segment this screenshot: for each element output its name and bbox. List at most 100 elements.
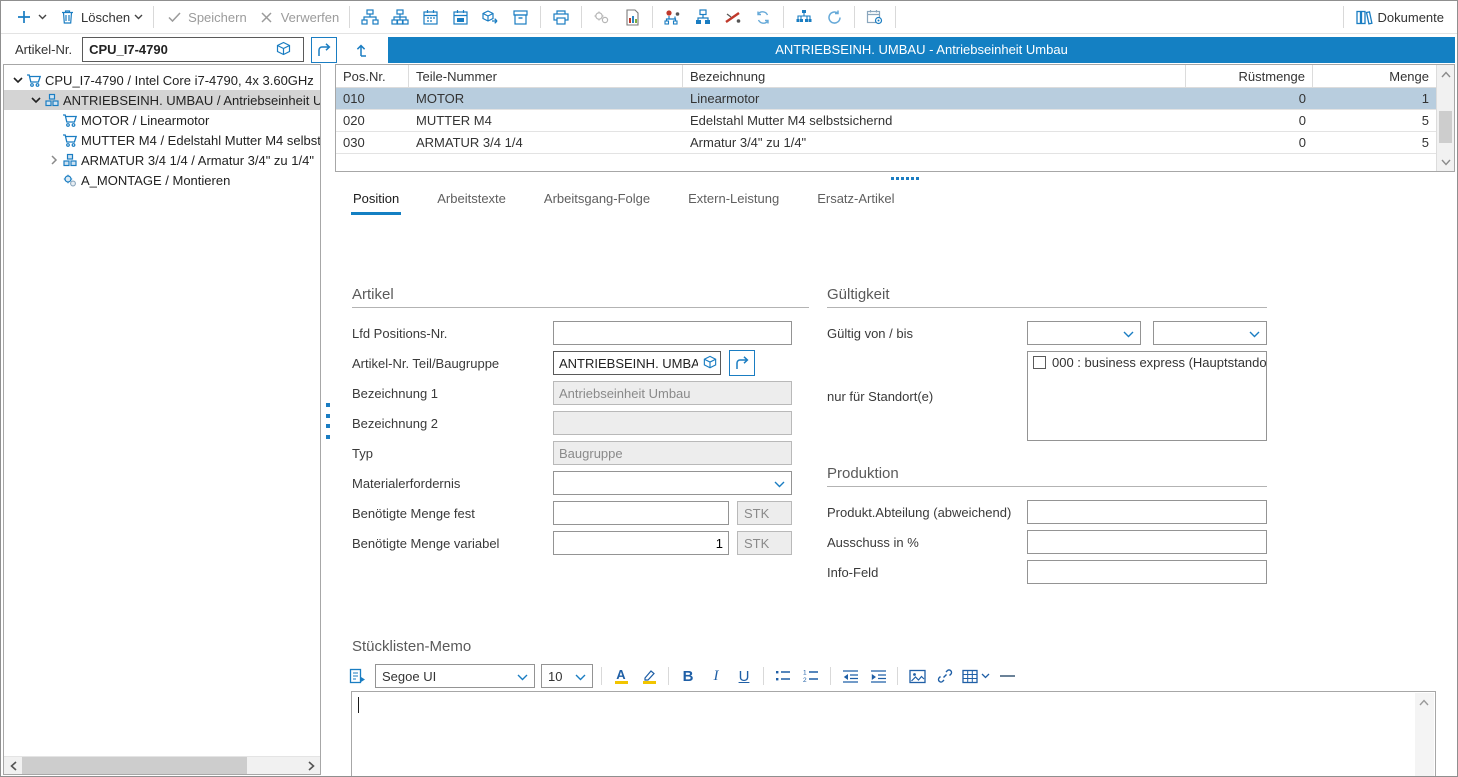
- scrollbar-thumb[interactable]: [1439, 111, 1452, 143]
- chevron-expanded-icon[interactable]: [28, 92, 44, 108]
- tree-item-root[interactable]: CPU_I7-4790 / Intel Core i7-4790, 4x 3.6…: [4, 70, 320, 90]
- bom-structure-all-button[interactable]: [385, 3, 415, 31]
- archive-icon: [510, 7, 530, 27]
- vertical-splitter-handle[interactable]: [326, 403, 332, 439]
- scrollbar-thumb[interactable]: [22, 757, 247, 774]
- column-header-ruestmenge[interactable]: Rüstmenge: [1186, 65, 1313, 88]
- scroll-left-icon[interactable]: [4, 757, 22, 775]
- numbered-list-button[interactable]: 12: [800, 665, 822, 687]
- horizontal-rule-button[interactable]: [996, 665, 1018, 687]
- insert-table-button[interactable]: [962, 665, 990, 687]
- column-header-posnr[interactable]: Pos.Nr.: [336, 65, 409, 88]
- navigate-up-button[interactable]: [350, 37, 376, 63]
- produkt-abteilung-input[interactable]: [1027, 500, 1267, 524]
- chevron-collapsed-icon[interactable]: [46, 152, 62, 168]
- column-header-bezeichnung[interactable]: Bezeichnung: [683, 65, 1186, 88]
- indent-button[interactable]: [867, 665, 889, 687]
- standorte-listbox[interactable]: 000 : business express (Hauptstandort): [1027, 351, 1267, 441]
- goto-part-button[interactable]: [729, 350, 755, 376]
- highlight-button[interactable]: [638, 665, 660, 687]
- package-goto-button[interactable]: [475, 3, 505, 31]
- article-number-field[interactable]: [82, 37, 304, 62]
- calendar-button[interactable]: [415, 3, 445, 31]
- bullet-list-button[interactable]: [772, 665, 794, 687]
- artikelnr-teil-input[interactable]: [554, 356, 700, 371]
- underline-button[interactable]: U: [733, 665, 755, 687]
- table-row[interactable]: 020 MUTTER M4 Edelstahl Mutter M4 selbst…: [336, 110, 1436, 132]
- cut-button[interactable]: [718, 3, 748, 31]
- discard-button[interactable]: Verwerfen: [252, 3, 345, 31]
- tree-item[interactable]: A_MONTAGE / Montieren: [4, 170, 320, 190]
- text-module-button[interactable]: [347, 665, 369, 687]
- memo-editor[interactable]: [351, 691, 1436, 777]
- tab-extern-leistung[interactable]: Extern-Leistung: [686, 187, 781, 215]
- tab-arbeitstexte[interactable]: Arbeitstexte: [435, 187, 508, 215]
- archive-button[interactable]: [505, 3, 535, 31]
- lfd-position-label: Lfd Positions-Nr.: [352, 326, 553, 341]
- bold-button[interactable]: B: [677, 665, 699, 687]
- menge-fest-input[interactable]: [553, 501, 729, 525]
- scroll-down-icon[interactable]: [1437, 153, 1455, 171]
- tree-item[interactable]: MOTOR / Linearmotor: [4, 110, 320, 130]
- workstations-button[interactable]: [688, 3, 718, 31]
- tab-arbeitsgang-folge[interactable]: Arbeitsgang-Folge: [542, 187, 652, 215]
- routing-button[interactable]: [658, 3, 688, 31]
- standort-list-item[interactable]: 000 : business express (Hauptstandort): [1033, 355, 1261, 370]
- scroll-up-icon[interactable]: [1437, 65, 1455, 83]
- column-header-teilenummer[interactable]: Teile-Nummer: [409, 65, 683, 88]
- table-row[interactable]: 010 MOTOR Linearmotor 0 1: [336, 88, 1436, 110]
- outdent-button[interactable]: [839, 665, 861, 687]
- info-feld-input[interactable]: [1027, 560, 1267, 584]
- memo-vertical-scrollbar[interactable]: [1415, 693, 1434, 777]
- font-family-select[interactable]: Segoe UI: [375, 664, 535, 688]
- font-size-select[interactable]: 10: [541, 664, 593, 688]
- insert-image-button[interactable]: [906, 665, 928, 687]
- cube-icon[interactable]: [700, 353, 720, 373]
- delete-button[interactable]: Löschen: [52, 3, 148, 31]
- recycle-button[interactable]: [748, 3, 778, 31]
- report-button[interactable]: [617, 3, 647, 31]
- table-vertical-scrollbar[interactable]: [1436, 65, 1454, 171]
- production-button[interactable]: [587, 3, 617, 31]
- tree-item[interactable]: ARMATUR 3/4 1/4 / Armatur 3/4" zu 1/4": [4, 150, 320, 170]
- tree-horizontal-scrollbar[interactable]: [4, 756, 320, 774]
- ausschuss-label: Ausschuss in %: [827, 535, 1027, 550]
- ausschuss-input[interactable]: [1027, 530, 1267, 554]
- table-row[interactable]: 030 ARMATUR 3/4 1/4 Armatur 3/4" zu 1/4"…: [336, 132, 1436, 154]
- bom-tree: CPU_I7-4790 / Intel Core i7-4790, 4x 3.6…: [4, 65, 320, 190]
- goto-article-button[interactable]: [311, 37, 337, 63]
- menge-variabel-label: Benötigte Menge variabel: [352, 536, 553, 551]
- where-used-button[interactable]: [789, 3, 819, 31]
- refresh-icon: [824, 7, 844, 27]
- insert-link-button[interactable]: [934, 665, 956, 687]
- print-button[interactable]: [546, 3, 576, 31]
- gueltig-von-select[interactable]: [1027, 321, 1141, 345]
- scroll-up-icon[interactable]: [1415, 693, 1433, 711]
- refresh-button[interactable]: [819, 3, 849, 31]
- tab-position[interactable]: Position: [351, 187, 401, 215]
- horizontal-splitter-handle[interactable]: [891, 177, 919, 180]
- tab-ersatz-artikel[interactable]: Ersatz-Artikel: [815, 187, 896, 215]
- save-button[interactable]: Speichern: [159, 3, 252, 31]
- tree-item-selected[interactable]: ANTRIEBSEINH. UMBAU / Antriebseinheit Um…: [4, 90, 320, 110]
- font-color-button[interactable]: A: [610, 665, 632, 687]
- documents-button[interactable]: Dokumente: [1349, 3, 1449, 31]
- article-number-input[interactable]: [83, 42, 273, 57]
- gears-icon: [592, 7, 612, 27]
- italic-button[interactable]: I: [705, 665, 727, 687]
- chevron-expanded-icon[interactable]: [10, 72, 26, 88]
- artikelnr-teil-field[interactable]: [553, 351, 721, 375]
- calendar-settings-button[interactable]: [860, 3, 890, 31]
- cube-icon[interactable]: [273, 40, 293, 60]
- scroll-right-icon[interactable]: [302, 757, 320, 775]
- column-header-menge[interactable]: Menge: [1313, 65, 1436, 88]
- bom-structure-button[interactable]: [355, 3, 385, 31]
- lfd-position-input[interactable]: [553, 321, 792, 345]
- materialerfordernis-select[interactable]: [553, 471, 792, 495]
- menge-variabel-input[interactable]: [553, 531, 729, 555]
- gueltig-bis-select[interactable]: [1153, 321, 1267, 345]
- new-button[interactable]: [9, 3, 52, 31]
- calendar-period-button[interactable]: [445, 3, 475, 31]
- tree-item[interactable]: MUTTER M4 / Edelstahl Mutter M4 selbstsi…: [4, 130, 320, 150]
- checkbox-icon[interactable]: [1033, 356, 1046, 369]
